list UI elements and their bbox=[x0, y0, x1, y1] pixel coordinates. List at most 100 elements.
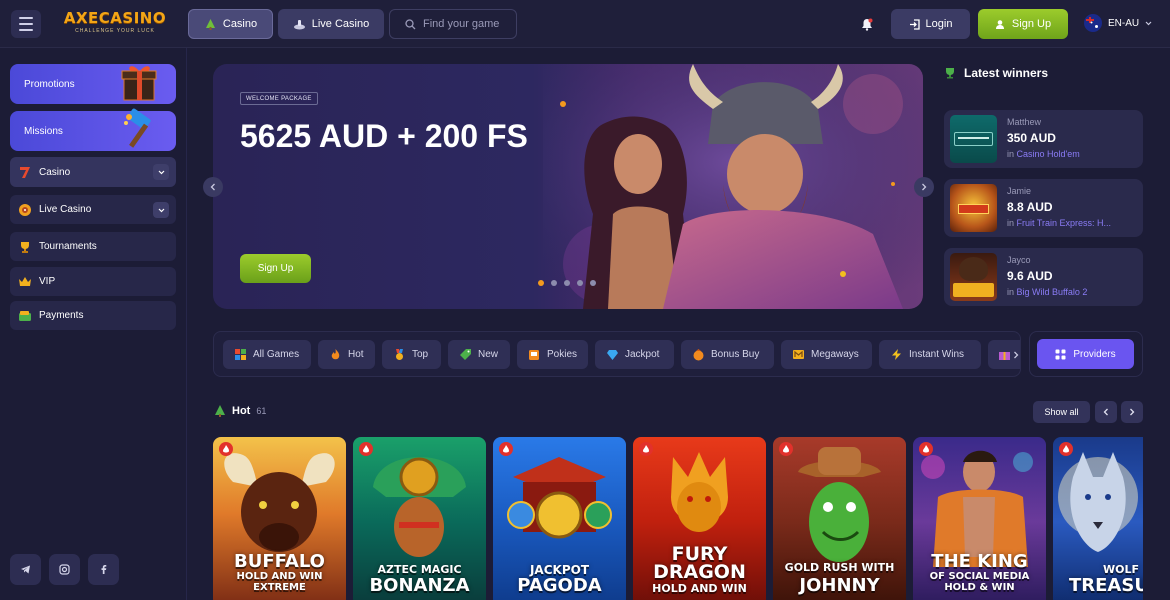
hero-banner[interactable]: WELCOME PACKAGE 5625 AUD + 200 FS Sign U… bbox=[213, 64, 923, 309]
tab-label: Jackpot bbox=[625, 349, 660, 360]
show-all-button[interactable]: Show all bbox=[1033, 401, 1090, 423]
carousel-dot[interactable] bbox=[564, 280, 570, 286]
sidebar-promotions-card[interactable]: Promotions bbox=[10, 64, 176, 104]
trophy-icon bbox=[946, 68, 954, 79]
fire-icon bbox=[223, 444, 229, 452]
sidebar-missions-card[interactable]: Missions bbox=[10, 108, 176, 151]
slot-seven-icon bbox=[20, 167, 30, 178]
tab-top[interactable]: Top bbox=[382, 340, 441, 369]
diamond-icon bbox=[607, 350, 618, 360]
signup-label: Sign Up bbox=[1011, 18, 1052, 30]
expand-chevron[interactable] bbox=[153, 202, 169, 218]
roulette-icon bbox=[19, 203, 31, 216]
fire-icon bbox=[503, 444, 509, 452]
hot-prev-button[interactable] bbox=[1095, 401, 1117, 423]
grid-icon bbox=[1055, 349, 1066, 359]
winner-amount: 350 AUD bbox=[1007, 131, 1056, 145]
carousel-dots bbox=[538, 280, 596, 286]
carousel-dot[interactable] bbox=[551, 280, 557, 286]
tab-instant-wins[interactable]: Instant Wins bbox=[879, 340, 981, 369]
sidebar-item-payments[interactable]: Payments bbox=[10, 301, 176, 330]
top-header: AXECASINO CHALLENGE YOUR LUCK Casino Liv… bbox=[0, 0, 1170, 48]
game-card-wolf-treasure[interactable]: WOLF TREASU bbox=[1053, 437, 1143, 600]
search-placeholder: Find your game bbox=[423, 18, 500, 30]
instagram-button[interactable] bbox=[49, 554, 80, 585]
sidebar-item-label: VIP bbox=[39, 276, 56, 287]
winner-card[interactable]: Matthew 350 AUD in Casino Hold'em bbox=[944, 110, 1143, 168]
tab-bonus-buy[interactable]: Bonus Buy bbox=[681, 340, 774, 369]
hero-signup-button[interactable]: Sign Up bbox=[240, 254, 311, 283]
tab-label: Top bbox=[412, 349, 429, 360]
providers-button[interactable]: Providers bbox=[1037, 339, 1134, 369]
chevron-down-icon bbox=[1145, 21, 1152, 25]
nav-casino-button[interactable]: Casino bbox=[188, 9, 273, 39]
language-selector[interactable]: EN-AU bbox=[1084, 14, 1152, 32]
nav-live-casino-label: Live Casino bbox=[311, 18, 370, 30]
latest-winners-heading: Latest winners bbox=[944, 66, 1048, 80]
signup-button[interactable]: Sign Up bbox=[978, 9, 1068, 39]
winner-game-link[interactable]: Casino Hold'em bbox=[1017, 149, 1080, 159]
winner-game-link[interactable]: Fruit Train Express: H... bbox=[1017, 218, 1112, 228]
game-card-fury-dragon[interactable]: FURY DRAGON HOLD AND WIN bbox=[633, 437, 766, 600]
tab-hot[interactable]: Hot bbox=[318, 340, 375, 369]
instagram-icon bbox=[59, 564, 70, 575]
chevron-right-icon[interactable] bbox=[1013, 351, 1019, 359]
casino-icon bbox=[205, 18, 215, 30]
sidebar-item-tournaments[interactable]: Tournaments bbox=[10, 232, 176, 261]
fire-icon bbox=[783, 444, 789, 452]
all-games-icon bbox=[235, 349, 246, 360]
search-input[interactable]: Find your game bbox=[389, 9, 517, 39]
game-card-buffalo[interactable]: BUFFALO HOLD AND WIN EXTREME bbox=[213, 437, 346, 600]
game-thumbnail bbox=[950, 253, 997, 301]
game-card-jackpot-pagoda[interactable]: JACKPOT PAGODA bbox=[493, 437, 626, 600]
tab-label: Pokies bbox=[547, 349, 578, 360]
carousel-dot[interactable] bbox=[577, 280, 583, 286]
chevron-left-icon bbox=[1103, 408, 1108, 416]
hot-next-button[interactable] bbox=[1121, 401, 1143, 423]
telegram-icon bbox=[21, 565, 30, 574]
telegram-button[interactable] bbox=[10, 554, 41, 585]
notifications-button[interactable] bbox=[859, 16, 875, 32]
sidebar-item-label: Casino bbox=[39, 166, 71, 178]
nav-live-casino-button[interactable]: Live Casino bbox=[278, 9, 384, 39]
user-plus-icon bbox=[995, 19, 1004, 29]
carousel-prev-button[interactable] bbox=[203, 177, 223, 197]
sidebar-item-label: Tournaments bbox=[39, 241, 97, 252]
carousel-next-button[interactable] bbox=[914, 177, 934, 197]
winner-card[interactable]: Jayco 9.6 AUD in Big Wild Buffalo 2 bbox=[944, 248, 1143, 306]
tab-jackpot[interactable]: Jackpot bbox=[595, 340, 674, 369]
facebook-button[interactable] bbox=[88, 554, 119, 585]
game-title-line2: TREASU bbox=[1069, 575, 1143, 596]
login-button[interactable]: Login bbox=[891, 9, 970, 39]
crown-icon bbox=[19, 276, 31, 286]
tab-new[interactable]: New bbox=[448, 340, 510, 369]
sidebar-item-casino[interactable]: Casino bbox=[10, 157, 176, 187]
game-card-aztec-magic[interactable]: AZTEC MAGIC BONANZA bbox=[353, 437, 486, 600]
expand-chevron[interactable] bbox=[153, 164, 169, 180]
tab-all-games[interactable]: All Games bbox=[223, 340, 311, 369]
sidebar: Promotions Missions Casino Live Casino T… bbox=[0, 48, 187, 600]
game-card-gold-rush[interactable]: GOLD RUSH WITH JOHNNY bbox=[773, 437, 906, 600]
game-card-the-king[interactable]: THE KING OF SOCIAL MEDIA HOLD & WIN bbox=[913, 437, 1046, 600]
tab-label: Instant Wins bbox=[909, 349, 965, 360]
sidebar-item-label: Payments bbox=[39, 310, 84, 321]
chevron-right-icon bbox=[922, 183, 927, 191]
sidebar-item-live-casino[interactable]: Live Casino bbox=[10, 195, 176, 224]
carousel-dot[interactable] bbox=[590, 280, 596, 286]
game-title-line1: FURY DRAGON bbox=[653, 543, 746, 583]
winner-card[interactable]: Jamie 8.8 AUD in Fruit Train Express: H.… bbox=[944, 179, 1143, 237]
tab-pokies[interactable]: Pokies bbox=[517, 340, 588, 369]
winner-game-link[interactable]: Big Wild Buffalo 2 bbox=[1017, 287, 1088, 297]
hot-section-count: 61 bbox=[256, 405, 267, 416]
tab-label: All Games bbox=[253, 349, 300, 360]
hot-section-heading: Hot 61 bbox=[214, 404, 266, 417]
game-title-line2: PAGODA bbox=[517, 575, 602, 596]
game-title-line2: OF SOCIAL MEDIA HOLD & WIN bbox=[929, 571, 1030, 593]
sidebar-item-vip[interactable]: VIP bbox=[10, 267, 176, 296]
hamburger-menu-button[interactable] bbox=[11, 10, 41, 38]
nav-casino-label: Casino bbox=[222, 18, 258, 30]
tab-megaways[interactable]: Megaways bbox=[781, 340, 872, 369]
logo[interactable]: AXECASINO CHALLENGE YOUR LUCK bbox=[60, 11, 170, 37]
carousel-dot[interactable] bbox=[538, 280, 544, 286]
hero-illustration bbox=[543, 64, 923, 309]
